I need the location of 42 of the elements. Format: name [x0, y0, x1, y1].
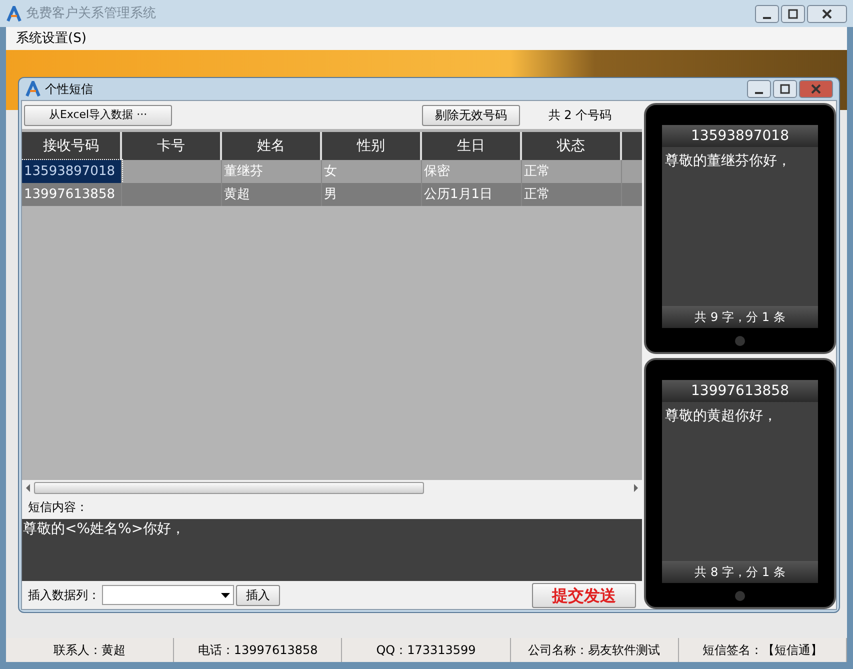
minimize-button[interactable] — [747, 80, 771, 98]
column-dropdown[interactable] — [102, 585, 234, 605]
insert-button[interactable]: 插入 — [236, 584, 280, 606]
status-text: 短信签名：【短信通】 — [678, 638, 848, 662]
table-cell: 13593897018 — [22, 160, 122, 183]
scroll-right-icon[interactable] — [632, 484, 640, 492]
message-preview: 尊敬的黄超你好， — [664, 407, 778, 426]
phone-number: 13593897018 — [662, 125, 818, 147]
status-text: 公司名称：易友软件测试 — [510, 638, 679, 662]
minimize-icon — [755, 92, 763, 94]
phone-number: 13997613858 — [662, 380, 818, 402]
status-text: 电话：13997613858 — [174, 638, 342, 662]
app-logo-icon — [6, 6, 22, 22]
message-summary: 共 8 字，分 1 条 — [662, 561, 818, 584]
table-cell: 13997613858 — [22, 183, 122, 206]
close-button[interactable] — [807, 4, 847, 22]
table-cell: 男 — [322, 183, 422, 206]
minimize-button[interactable] — [755, 4, 779, 22]
maximize-button[interactable] — [781, 4, 805, 22]
minimize-icon — [763, 16, 771, 18]
table-cell: 正常 — [522, 183, 622, 206]
dropdown-arrow-icon — [221, 592, 230, 598]
status-text: QQ：173313599 — [342, 638, 511, 662]
table-cell: 公历1月1日 — [422, 183, 522, 206]
app-logo-icon — [25, 81, 41, 97]
remove-invalid-button[interactable]: 剔除无效号码 — [422, 104, 520, 126]
submit-send-button[interactable]: 提交发送 — [532, 582, 636, 608]
status-text: 联系人：黄超 — [6, 638, 174, 662]
dialog-title: 个性短信 — [45, 81, 94, 98]
scroll-left-icon[interactable] — [24, 484, 32, 492]
maximize-button[interactable] — [773, 80, 797, 98]
message-field[interactable]: 尊敬的<%姓名%>你好， — [22, 519, 642, 581]
scrollbar-thumb[interactable] — [34, 482, 424, 494]
window-title: 免费客户关系管理系统 — [26, 4, 157, 23]
message-summary: 共 9 字，分 1 条 — [662, 306, 818, 328]
content-label: 短信内容： — [27, 499, 89, 516]
import-button[interactable]: 从Excel导入数据 ··· — [24, 104, 172, 126]
table-cell: 黄超 — [222, 183, 322, 206]
insert-column-label: 插入数据列： — [28, 587, 100, 604]
message-preview: 尊敬的董继芬你好， — [664, 152, 792, 171]
number-count: 共 2 个号码 — [547, 107, 613, 124]
menu-item[interactable]: 系统设置(S) — [16, 28, 86, 48]
